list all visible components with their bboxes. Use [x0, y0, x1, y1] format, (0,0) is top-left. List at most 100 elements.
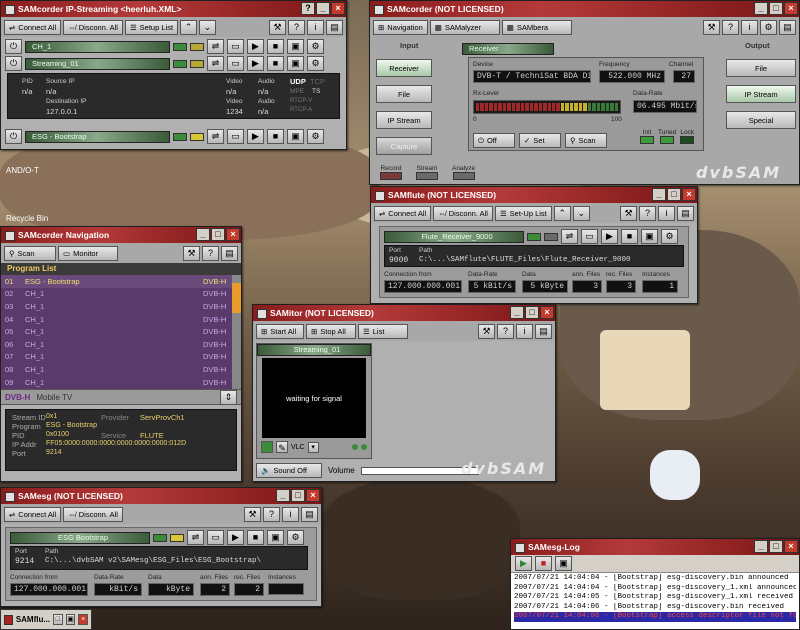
keyboard-icon[interactable]: ▤ [535, 323, 552, 339]
close-button[interactable]: × [331, 2, 345, 15]
play-icon[interactable]: ▶ [247, 129, 264, 144]
program-row[interactable]: 09 CH_1 DVB-H [1, 376, 241, 389]
help-icon[interactable]: ? [722, 20, 739, 35]
stop-icon[interactable]: ■ [535, 556, 552, 571]
minimize-button[interactable]: _ [652, 188, 666, 201]
scan-button[interactable]: ⚲ Scan [4, 245, 56, 261]
program-row[interactable]: 07 CH_1 DVB-H [1, 351, 241, 364]
stop-icon[interactable]: ■ [267, 56, 284, 71]
channel-field[interactable]: 27 [673, 70, 695, 83]
tools-icon[interactable]: ⚒ [183, 245, 200, 261]
connect-icon[interactable]: ⇌ [207, 129, 224, 144]
minimize-button[interactable]: _ [754, 2, 768, 15]
tcp-toggle[interactable]: TCP [310, 77, 325, 86]
save-icon[interactable]: ▣ [555, 556, 572, 571]
connect-all-button[interactable]: ⇌ Connect All [4, 19, 62, 35]
folder-icon[interactable]: ▭ [227, 129, 244, 144]
settings-icon[interactable]: ⚙ [661, 229, 678, 244]
rtcpa-toggle[interactable]: RTCP-A [290, 107, 312, 113]
device-field[interactable]: DVB-T / TechniSat BDA Digital T... [473, 70, 591, 83]
frequency-field[interactable]: 522.000 MHz [599, 70, 665, 83]
sound-off-button[interactable]: 🔈 Sound Off [256, 463, 322, 478]
output-ipstream-button[interactable]: IP Stream [726, 85, 796, 103]
folder-icon[interactable]: ▭ [227, 56, 244, 71]
tab-navigation[interactable]: ⊞ Navigation [373, 20, 428, 35]
settings-icon[interactable]: ⚙ [307, 56, 324, 71]
window-titlebar[interactable]: SAMesg-Log _ □ × [511, 539, 799, 555]
set-button[interactable]: ✓ Set [519, 133, 561, 148]
power-icon[interactable]: ⏻ [5, 39, 22, 54]
maximize-button[interactable]: □ [667, 188, 681, 201]
settings-icon[interactable]: ⚙ [307, 129, 324, 144]
scrollbar[interactable] [232, 275, 241, 389]
play-icon[interactable]: ▶ [247, 56, 264, 71]
maximize-button[interactable]: □ [769, 540, 783, 553]
minimize-button[interactable]: _ [754, 540, 768, 553]
program-row[interactable]: 08 CH_1 DVB-H [1, 363, 241, 376]
window-titlebar[interactable]: SAMcorder (NOT LICENSED) _ □ × [370, 1, 799, 17]
tools-icon[interactable]: ⚒ [244, 506, 261, 522]
power-icon[interactable]: ⏻ [5, 56, 22, 71]
help-icon[interactable]: ? [202, 245, 219, 261]
rtcpv-toggle[interactable]: RTCP-V [290, 98, 312, 104]
play-icon[interactable] [261, 441, 273, 453]
move-up-icon[interactable]: ⌃ [553, 205, 571, 221]
maximize-button[interactable]: □ [211, 228, 225, 241]
scan-button[interactable]: ⚲ Scan [565, 133, 607, 148]
tools-icon[interactable]: ⚒ [620, 205, 637, 221]
connect-icon[interactable]: ⇌ [207, 39, 224, 54]
minimize-button[interactable]: _ [316, 2, 330, 15]
connect-icon[interactable]: ⇌ [207, 56, 224, 71]
info-icon[interactable]: i [516, 323, 533, 339]
save-icon[interactable]: ▣ [267, 530, 284, 545]
input-capture-button[interactable]: Capture [376, 137, 432, 155]
connect-icon[interactable]: ⇌ [561, 229, 578, 244]
disconnect-all-button[interactable]: ⇎ Disconn. All [63, 506, 123, 522]
output-special-button[interactable]: Special [726, 111, 796, 129]
disconnect-all-button[interactable]: ⇎ Disconn. All [63, 19, 123, 35]
stop-icon[interactable]: ■ [247, 530, 264, 545]
minimize-button[interactable]: _ [196, 228, 210, 241]
info-icon[interactable]: i [658, 205, 675, 221]
off-button[interactable]: ⏻ Off [473, 133, 515, 148]
close-icon[interactable]: × [78, 614, 88, 625]
info-icon[interactable]: i [282, 506, 299, 522]
settings-icon[interactable]: ⚙ [287, 530, 304, 545]
help-icon[interactable]: ? [263, 506, 280, 522]
play-icon[interactable]: ▶ [247, 39, 264, 54]
monitor-button[interactable]: ▭ Monitor [58, 245, 118, 261]
close-button[interactable]: × [784, 540, 798, 553]
stop-icon[interactable]: ■ [267, 129, 284, 144]
info-icon[interactable]: i [307, 19, 324, 35]
tab-samalyzer[interactable]: ▦ SAMalyzer [429, 20, 500, 35]
keyboard-icon[interactable]: ▤ [779, 20, 796, 35]
minimize-button[interactable]: _ [276, 489, 290, 502]
chevron-down-icon[interactable]: ▾ [307, 441, 319, 453]
taskbar-item[interactable]: SAMflu... □ ▣ × [0, 609, 92, 630]
window-titlebar[interactable]: SAMcorder IP-Streaming <heerluh.XML> ? _ × [1, 1, 346, 17]
info-icon[interactable]: i [741, 20, 758, 35]
move-up-icon[interactable]: ⌃ [180, 19, 198, 35]
output-file-button[interactable]: File [726, 59, 796, 77]
program-row[interactable]: 04 CH_1 DVB-H [1, 313, 241, 326]
program-row[interactable]: 06 CH_1 DVB-H [1, 338, 241, 351]
play-icon[interactable]: ▶ [227, 530, 244, 545]
setup-list-button[interactable]: ☰ Setup List [124, 19, 179, 35]
maximize-button[interactable]: □ [525, 306, 539, 319]
player-select[interactable]: VLC [291, 444, 305, 451]
folder-icon[interactable]: ▭ [227, 39, 244, 54]
input-ipstream-button[interactable]: IP Stream [376, 111, 432, 129]
connect-all-button[interactable]: ⇌ Connect All [4, 506, 62, 522]
save-icon[interactable]: ▣ [287, 56, 304, 71]
tab-sambera[interactable]: ▦ SAMbera [501, 20, 572, 35]
setup-list-button[interactable]: ☰ Set-Up List [494, 205, 552, 221]
mpe-toggle[interactable]: MPE [290, 88, 304, 95]
help-icon[interactable]: ? [288, 19, 305, 35]
keyboard-icon[interactable]: ▤ [221, 245, 238, 261]
stop-all-button[interactable]: ⊞ Stop All [306, 323, 356, 339]
tools-icon[interactable]: ⚒ [703, 20, 720, 35]
maximize-button[interactable]: □ [291, 489, 305, 502]
help-icon[interactable]: ? [639, 205, 656, 221]
save-icon[interactable]: ▣ [641, 229, 658, 244]
program-row[interactable]: 02 CH_1 DVB-H [1, 288, 241, 301]
